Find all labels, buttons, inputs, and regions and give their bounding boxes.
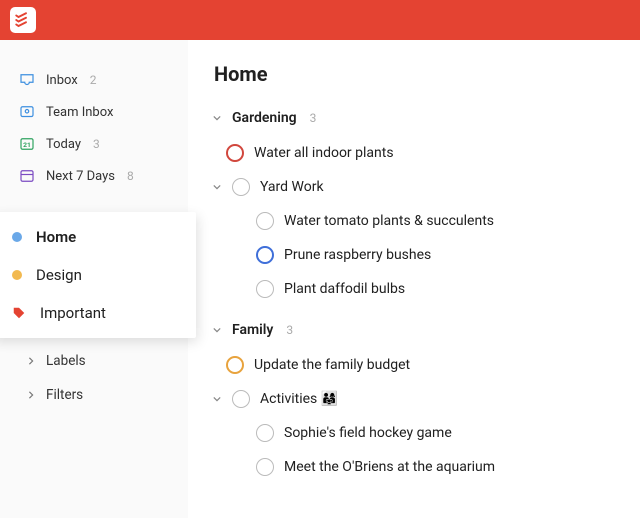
task-row[interactable]: Prune raspberry bushes bbox=[212, 238, 620, 272]
task-checkbox[interactable] bbox=[232, 178, 250, 196]
nav-label: Inbox bbox=[46, 73, 78, 88]
nav-today[interactable]: 21 Today 3 bbox=[0, 128, 188, 160]
task-text: Sophie's field hockey game bbox=[284, 425, 452, 441]
task-checkbox[interactable] bbox=[256, 424, 274, 442]
project-label: Important bbox=[40, 304, 106, 322]
page-title: Home bbox=[214, 62, 620, 86]
task-row[interactable]: Water tomato plants & succulents bbox=[212, 204, 620, 238]
task-checkbox[interactable] bbox=[256, 212, 274, 230]
team-inbox-icon bbox=[18, 103, 36, 121]
sidebar-sublist: Labels Filters bbox=[0, 338, 188, 412]
nav-count: 2 bbox=[90, 73, 97, 87]
nav-count: 8 bbox=[127, 169, 134, 183]
task-row[interactable]: Meet the O'Briens at the aquarium bbox=[212, 450, 620, 484]
tag-icon bbox=[12, 306, 26, 320]
task-checkbox[interactable] bbox=[226, 144, 244, 162]
task-row[interactable]: Plant daffodil bulbs bbox=[212, 272, 620, 306]
section-name: Gardening bbox=[232, 110, 297, 126]
chevron-down-icon bbox=[212, 183, 222, 191]
section-count: 3 bbox=[310, 111, 317, 125]
section-count: 3 bbox=[286, 323, 293, 337]
nav-next7[interactable]: Next 7 Days 8 bbox=[0, 160, 188, 192]
section-family: Family 3 Update the family budget Activi… bbox=[212, 318, 620, 484]
project-important[interactable]: Important bbox=[0, 294, 196, 332]
task-row[interactable]: Activities 👨‍👩‍👧 bbox=[212, 382, 620, 416]
task-text: Prune raspberry bushes bbox=[284, 247, 431, 263]
project-home[interactable]: Home bbox=[0, 218, 196, 256]
section-header[interactable]: Family 3 bbox=[212, 318, 620, 342]
nav-label: Team Inbox bbox=[46, 105, 113, 120]
task-text: Yard Work bbox=[260, 179, 324, 195]
project-color-dot bbox=[12, 232, 22, 242]
project-list: Home Design Important bbox=[0, 212, 196, 338]
next7-icon bbox=[18, 167, 36, 185]
task-checkbox[interactable] bbox=[226, 356, 244, 374]
nav-inbox[interactable]: Inbox 2 bbox=[0, 64, 188, 96]
task-text: Activities 👨‍👩‍👧 bbox=[260, 391, 338, 407]
todoist-logo-icon bbox=[14, 11, 32, 29]
app-logo[interactable] bbox=[10, 7, 36, 33]
task-text: Plant daffodil bulbs bbox=[284, 281, 405, 297]
svg-text:21: 21 bbox=[23, 141, 31, 149]
topbar bbox=[0, 0, 640, 40]
chevron-down-icon bbox=[212, 114, 222, 122]
section-name: Family bbox=[232, 322, 273, 338]
task-row[interactable]: Yard Work bbox=[212, 170, 620, 204]
task-checkbox[interactable] bbox=[256, 280, 274, 298]
task-text: Meet the O'Briens at the aquarium bbox=[284, 459, 495, 475]
nav-label: Next 7 Days bbox=[46, 169, 115, 184]
project-label: Design bbox=[36, 266, 82, 284]
chevron-right-icon bbox=[26, 390, 36, 400]
chevron-down-icon bbox=[212, 326, 222, 334]
section-gardening: Gardening 3 Water all indoor plants Yard… bbox=[212, 106, 620, 306]
task-text: Water tomato plants & succulents bbox=[284, 213, 494, 229]
main-content: Home Gardening 3 Water all indoor plants… bbox=[188, 40, 640, 518]
task-text: Water all indoor plants bbox=[254, 145, 394, 161]
today-icon: 21 bbox=[18, 135, 36, 153]
sidebar-labels[interactable]: Labels bbox=[0, 344, 188, 378]
project-label: Home bbox=[36, 228, 76, 246]
task-checkbox[interactable] bbox=[256, 246, 274, 264]
chevron-right-icon bbox=[26, 356, 36, 366]
nav-label: Today bbox=[46, 137, 81, 152]
task-row[interactable]: Sophie's field hockey game bbox=[212, 416, 620, 450]
nav-count: 3 bbox=[93, 137, 100, 151]
task-row[interactable]: Update the family budget bbox=[212, 348, 620, 382]
sub-label: Filters bbox=[46, 387, 83, 403]
section-header[interactable]: Gardening 3 bbox=[212, 106, 620, 130]
chevron-down-icon bbox=[212, 395, 222, 403]
sub-label: Labels bbox=[46, 353, 86, 369]
task-text: Update the family budget bbox=[254, 357, 410, 373]
sidebar: Inbox 2 Team Inbox 21 Today 3 Next 7 Day… bbox=[0, 40, 188, 518]
sidebar-filters[interactable]: Filters bbox=[0, 378, 188, 412]
task-checkbox[interactable] bbox=[256, 458, 274, 476]
nav-team-inbox[interactable]: Team Inbox bbox=[0, 96, 188, 128]
inbox-icon bbox=[18, 71, 36, 89]
task-checkbox[interactable] bbox=[232, 390, 250, 408]
task-row[interactable]: Water all indoor plants bbox=[212, 136, 620, 170]
project-design[interactable]: Design bbox=[0, 256, 196, 294]
project-color-dot bbox=[12, 270, 22, 280]
